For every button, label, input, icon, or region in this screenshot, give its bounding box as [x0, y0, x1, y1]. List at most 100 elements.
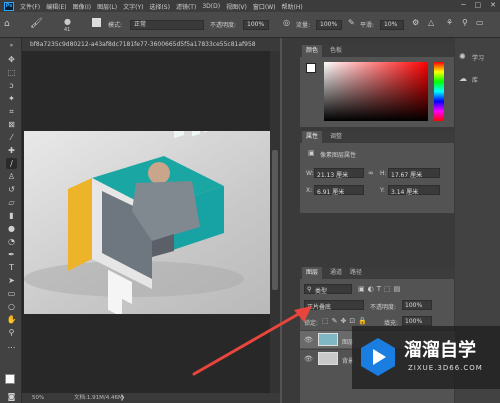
hue-slider[interactable]: [434, 62, 444, 121]
document-size: 文档:1.91M/4.46M: [74, 395, 123, 401]
menu-help[interactable]: 帮助(H): [282, 2, 303, 11]
move-tool-icon[interactable]: ✥: [6, 54, 17, 65]
more-tools-icon[interactable]: …: [6, 340, 17, 351]
pressure-opacity-icon[interactable]: ◎: [283, 18, 290, 27]
quick-mask-icon[interactable]: ◙: [6, 391, 17, 402]
layer-thumbnail: [318, 352, 338, 365]
document-tab[interactable]: bf8a7235c9d80212-a43af8dc7181fe77-360066…: [22, 38, 280, 51]
libraries-label[interactable]: 库: [472, 75, 478, 84]
tab-paths[interactable]: 路径: [350, 267, 362, 279]
layers-panel-tabs: 图层 通道 路径: [300, 267, 454, 279]
tab-color[interactable]: 颜色: [302, 45, 323, 57]
watermark-logo: 溜溜自学 ZIXUE.3D66.COM: [352, 326, 500, 389]
x-value: 6.91 厘米: [317, 189, 345, 196]
foreground-color-chip[interactable]: [306, 63, 316, 73]
tab-adjustments[interactable]: 调整: [330, 131, 342, 143]
menu-window[interactable]: 窗口(W): [253, 2, 276, 11]
collapse-tools-icon[interactable]: »: [6, 40, 17, 51]
document-image: [24, 103, 270, 317]
status-bar: 50% 文档:1.91M/4.46M ❯: [22, 393, 280, 403]
blur-tool-icon[interactable]: ●: [6, 223, 17, 234]
color-field[interactable]: [324, 62, 428, 121]
search-icon[interactable]: ⚲: [462, 18, 468, 27]
brush-preset-icon[interactable]: ●: [64, 17, 71, 26]
menu-3d[interactable]: 3D(D): [202, 3, 220, 10]
tab-layers[interactable]: 图层: [302, 267, 323, 279]
tab-channels[interactable]: 通道: [330, 267, 342, 279]
gradient-tool-icon[interactable]: ▮: [6, 210, 17, 221]
menu-layer[interactable]: 图层(L): [97, 2, 117, 11]
menu-type[interactable]: 文字(Y): [123, 2, 143, 11]
home-icon[interactable]: ⌂: [4, 19, 10, 29]
pen-tool-icon[interactable]: ✒: [6, 249, 17, 260]
tab-swatches[interactable]: 色板: [330, 45, 342, 57]
airbrush-icon[interactable]: ✎: [348, 18, 355, 27]
quick-select-tool-icon[interactable]: ✦: [6, 93, 17, 104]
lock-icons[interactable]: ⬚✎✥⊡🔒: [322, 317, 370, 325]
zoom-level[interactable]: 50%: [32, 393, 44, 403]
flow-input[interactable]: 100%: [316, 20, 342, 30]
learn-label[interactable]: 学习: [472, 53, 484, 62]
minimize-icon[interactable]: ─: [461, 1, 465, 9]
menu-file[interactable]: 文件(F): [20, 2, 40, 11]
angle-icon[interactable]: △: [428, 18, 434, 27]
rectangle-tool-icon[interactable]: ▭: [6, 288, 17, 299]
flow-label: 流量:: [296, 22, 311, 29]
frame-tool-icon[interactable]: ⊠: [6, 119, 17, 130]
healing-tool-icon[interactable]: ✚: [6, 145, 17, 156]
brush-tool-selected-icon[interactable]: ∕: [6, 158, 17, 169]
scrollbar-thumb[interactable]: [272, 150, 278, 290]
y-label: Y:: [380, 187, 385, 194]
color-panel-tabs: 颜色 色板: [300, 45, 454, 57]
w-input[interactable]: 21.13 厘米: [314, 168, 364, 179]
layer-filter-dropdown[interactable]: ⚲ 类型: [304, 284, 352, 295]
history-brush-tool-icon[interactable]: ↺: [6, 184, 17, 195]
h-input[interactable]: 17.67 厘米: [388, 168, 440, 179]
clone-stamp-tool-icon[interactable]: ♙: [6, 171, 17, 182]
eyedropper-tool-icon[interactable]: ⁄: [6, 132, 17, 143]
mode-dropdown[interactable]: 正常: [130, 20, 204, 30]
eraser-tool-icon[interactable]: ▱: [6, 197, 17, 208]
brush-tool-icon[interactable]: 🖌: [30, 18, 43, 29]
learn-icon[interactable]: ✺: [459, 52, 466, 61]
y-input[interactable]: 3.14 厘米: [388, 185, 440, 196]
smoothing-settings-icon[interactable]: ⚙: [412, 18, 419, 27]
brush-size-value: 41: [64, 27, 71, 33]
ellipse-tool-icon[interactable]: ○: [6, 301, 17, 312]
flow-value: 100%: [320, 21, 338, 28]
menu-image[interactable]: 图像(I): [73, 2, 91, 11]
tab-properties[interactable]: 属性: [302, 131, 323, 143]
marquee-tool-icon[interactable]: ⬚: [6, 67, 17, 78]
crop-tool-icon[interactable]: ⌗: [6, 106, 17, 117]
menu-edit[interactable]: 编辑(E): [46, 2, 66, 11]
symmetry-icon[interactable]: ⚘: [446, 18, 453, 27]
status-chevron-icon[interactable]: ❯: [120, 393, 125, 403]
h-value: 17.67 厘米: [391, 172, 423, 179]
photoshop-logo: Ps: [4, 1, 14, 11]
type-tool-icon[interactable]: T: [6, 262, 17, 273]
menu-view[interactable]: 视图(V): [226, 2, 247, 11]
link-icon[interactable]: ∞: [368, 169, 374, 177]
layer-opacity-input[interactable]: 100%: [402, 300, 432, 310]
path-select-tool-icon[interactable]: ➤: [6, 275, 17, 286]
hand-tool-icon[interactable]: ✋: [6, 314, 17, 325]
menu-select[interactable]: 选择(S): [149, 2, 170, 11]
options-bar: ⌂ 🖌 ● 41 模式: 正常 不透明度: 100% ◎ 流量: 100% ✎ …: [0, 12, 500, 38]
brush-settings-icon[interactable]: [92, 18, 101, 27]
maximize-icon[interactable]: □: [475, 1, 482, 9]
dodge-tool-icon[interactable]: ◔: [6, 236, 17, 247]
smooth-input[interactable]: 10%: [380, 20, 404, 30]
libraries-icon[interactable]: ☁: [459, 74, 467, 83]
zoom-tool-icon[interactable]: ⚲: [6, 327, 17, 338]
workspace-icon[interactable]: ▭: [476, 18, 484, 27]
foreground-color-swatch[interactable]: [5, 374, 15, 384]
opacity-input[interactable]: 100%: [243, 20, 269, 30]
close-icon[interactable]: ✕: [490, 1, 496, 9]
fill-input[interactable]: 100%: [402, 316, 432, 326]
filter-icons[interactable]: ▣◐T⬚▤: [358, 285, 403, 293]
watermark-title: 溜溜自学: [404, 340, 476, 361]
x-input[interactable]: 6.91 厘米: [314, 185, 364, 196]
menu-filter[interactable]: 滤镜(T): [176, 2, 196, 11]
lasso-tool-icon[interactable]: ↄ: [6, 80, 17, 91]
w-value: 21.13 厘米: [317, 172, 349, 179]
